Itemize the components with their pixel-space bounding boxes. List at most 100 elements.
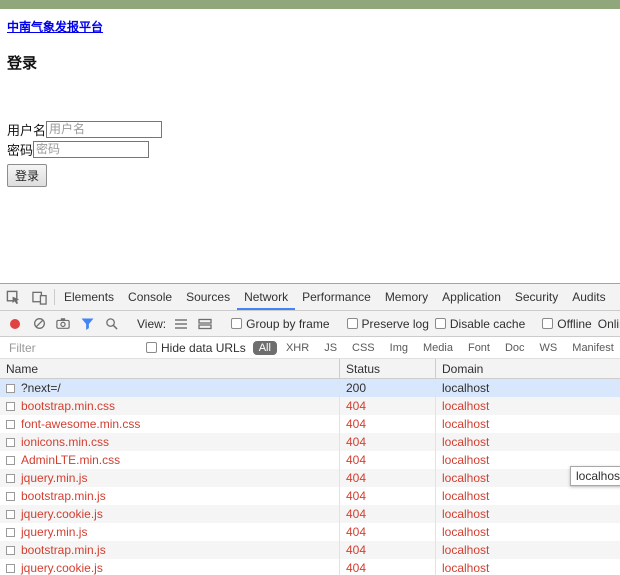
view-list-button[interactable] [172, 318, 190, 330]
hide-data-urls-checkbox[interactable]: Hide data URLs [146, 341, 246, 355]
device-toolbar-button[interactable] [26, 284, 52, 310]
site-home-link[interactable]: 中南气象发报平台 [7, 18, 103, 35]
username-field[interactable] [46, 121, 162, 138]
clear-button[interactable] [30, 317, 48, 330]
group-by-frame-checkbox[interactable]: Group by frame [231, 317, 329, 331]
view-large-rows-icon [198, 318, 212, 330]
network-row[interactable]: font-awesome.min.css404localhost [0, 415, 620, 433]
view-small-rows-icon [174, 318, 188, 330]
file-icon [6, 420, 15, 429]
file-icon [6, 510, 15, 519]
search-button[interactable] [102, 317, 120, 330]
type-filter-img[interactable]: Img [384, 341, 414, 355]
network-row[interactable]: ?next=/200localhost [0, 379, 620, 397]
group-by-frame-label: Group by frame [246, 317, 329, 331]
type-filter-css[interactable]: CSS [346, 341, 381, 355]
devtools-tabs: ElementsConsoleSourcesNetworkPerformance… [57, 284, 620, 310]
network-row[interactable]: jquery.min.js404localhost [0, 469, 620, 487]
domain-tooltip: localhost [570, 466, 620, 486]
devtools-tab-sources[interactable]: Sources [179, 284, 237, 310]
view-large-button[interactable] [196, 318, 214, 330]
page-title: 登录 [7, 52, 620, 73]
network-row[interactable]: jquery.min.js404localhost [0, 523, 620, 541]
request-name: bootstrap.min.js [21, 489, 106, 503]
devtools-panel: ElementsConsoleSourcesNetworkPerformance… [0, 283, 620, 575]
request-name: AdminLTE.min.css [21, 453, 120, 467]
request-status: 404 [340, 541, 436, 559]
type-filter-ws[interactable]: WS [534, 341, 564, 355]
request-domain: localhost [436, 505, 620, 523]
devtools-tab-security[interactable]: Security [508, 284, 565, 310]
type-filter-font[interactable]: Font [462, 341, 496, 355]
file-icon [6, 546, 15, 555]
request-status: 404 [340, 523, 436, 541]
request-status: 404 [340, 487, 436, 505]
checkbox-icon [146, 342, 157, 353]
camera-icon [56, 317, 70, 330]
devtools-tab-network[interactable]: Network [237, 284, 295, 310]
request-name: font-awesome.min.css [21, 417, 140, 431]
network-row[interactable]: AdminLTE.min.css404localhost [0, 451, 620, 469]
inspect-element-button[interactable] [0, 284, 26, 310]
devtools-tab-application[interactable]: Application [435, 284, 508, 310]
filter-funnel-icon [81, 318, 94, 330]
password-field[interactable] [33, 141, 149, 158]
column-header-domain[interactable]: Domain [436, 359, 620, 378]
type-filter-media[interactable]: Media [417, 341, 459, 355]
network-row[interactable]: bootstrap.min.js404localhost [0, 487, 620, 505]
file-icon [6, 438, 15, 447]
devtools-tab-performance[interactable]: Performance [295, 284, 378, 310]
preserve-log-checkbox[interactable]: Preserve log [347, 317, 429, 331]
network-row[interactable]: bootstrap.min.css 404localhost [0, 397, 620, 415]
filter-input[interactable] [7, 340, 139, 356]
file-icon [6, 456, 15, 465]
request-name: jquery.cookie.js [21, 561, 103, 575]
type-filter-js[interactable]: JS [318, 341, 343, 355]
type-filter-doc[interactable]: Doc [499, 341, 531, 355]
disable-cache-checkbox[interactable]: Disable cache [435, 317, 525, 331]
disable-cache-label: Disable cache [450, 317, 525, 331]
request-status: 404 [340, 433, 436, 451]
filter-button[interactable] [78, 318, 96, 330]
network-row[interactable]: jquery.cookie.js404localhost [0, 505, 620, 523]
file-icon [6, 492, 15, 501]
request-domain: localhost [436, 541, 620, 559]
request-status: 404 [340, 397, 436, 415]
network-table-header: Name Status Domain [0, 359, 620, 379]
capture-screenshots-button[interactable] [54, 317, 72, 330]
devtools-tab-memory[interactable]: Memory [378, 284, 435, 310]
network-row[interactable]: ionicons.min.css404localhost [0, 433, 620, 451]
request-name: bootstrap.min.css [21, 399, 115, 413]
type-filter-manifest[interactable]: Manifest [566, 341, 620, 355]
request-name: ionicons.min.css [21, 435, 109, 449]
devtools-tab-console[interactable]: Console [121, 284, 179, 310]
offline-checkbox[interactable]: Offline [542, 317, 591, 331]
username-label: 用户名 [7, 120, 46, 139]
network-filterbar: Hide data URLs AllXHRJSCSSImgMediaFontDo… [0, 337, 620, 359]
throttling-dropdown[interactable]: Online [598, 317, 620, 331]
request-domain: localhost [436, 379, 620, 397]
record-button[interactable] [6, 319, 24, 329]
screen: 中南气象发报平台 登录 用户名 密码 登录 [0, 0, 620, 575]
network-request-list: ?next=/200localhostbootstrap.min.css404l… [0, 379, 620, 575]
type-filter-all[interactable]: All [253, 341, 277, 355]
site-topbar [0, 0, 620, 9]
network-row[interactable]: bootstrap.min.js 404localhost [0, 541, 620, 559]
request-domain: localhost [436, 559, 620, 575]
network-row[interactable]: jquery.cookie.js 404localhost [0, 559, 620, 575]
column-header-status[interactable]: Status [340, 359, 436, 378]
password-label: 密码 [7, 140, 33, 159]
preserve-log-label: Preserve log [362, 317, 429, 331]
offline-label: Offline [557, 317, 591, 331]
login-form: 用户名 密码 登录 [7, 119, 620, 187]
device-toolbar-icon [32, 290, 47, 305]
column-header-name[interactable]: Name [0, 359, 340, 378]
devtools-tab-elements[interactable]: Elements [57, 284, 121, 310]
request-name: bootstrap.min.js [21, 543, 106, 557]
login-button[interactable]: 登录 [7, 164, 47, 187]
devtools-tab-edi[interactable]: Edi [613, 284, 620, 310]
devtools-tab-audits[interactable]: Audits [565, 284, 612, 310]
request-domain: localhost [436, 397, 620, 415]
type-filter-xhr[interactable]: XHR [280, 341, 315, 355]
request-status: 404 [340, 559, 436, 575]
